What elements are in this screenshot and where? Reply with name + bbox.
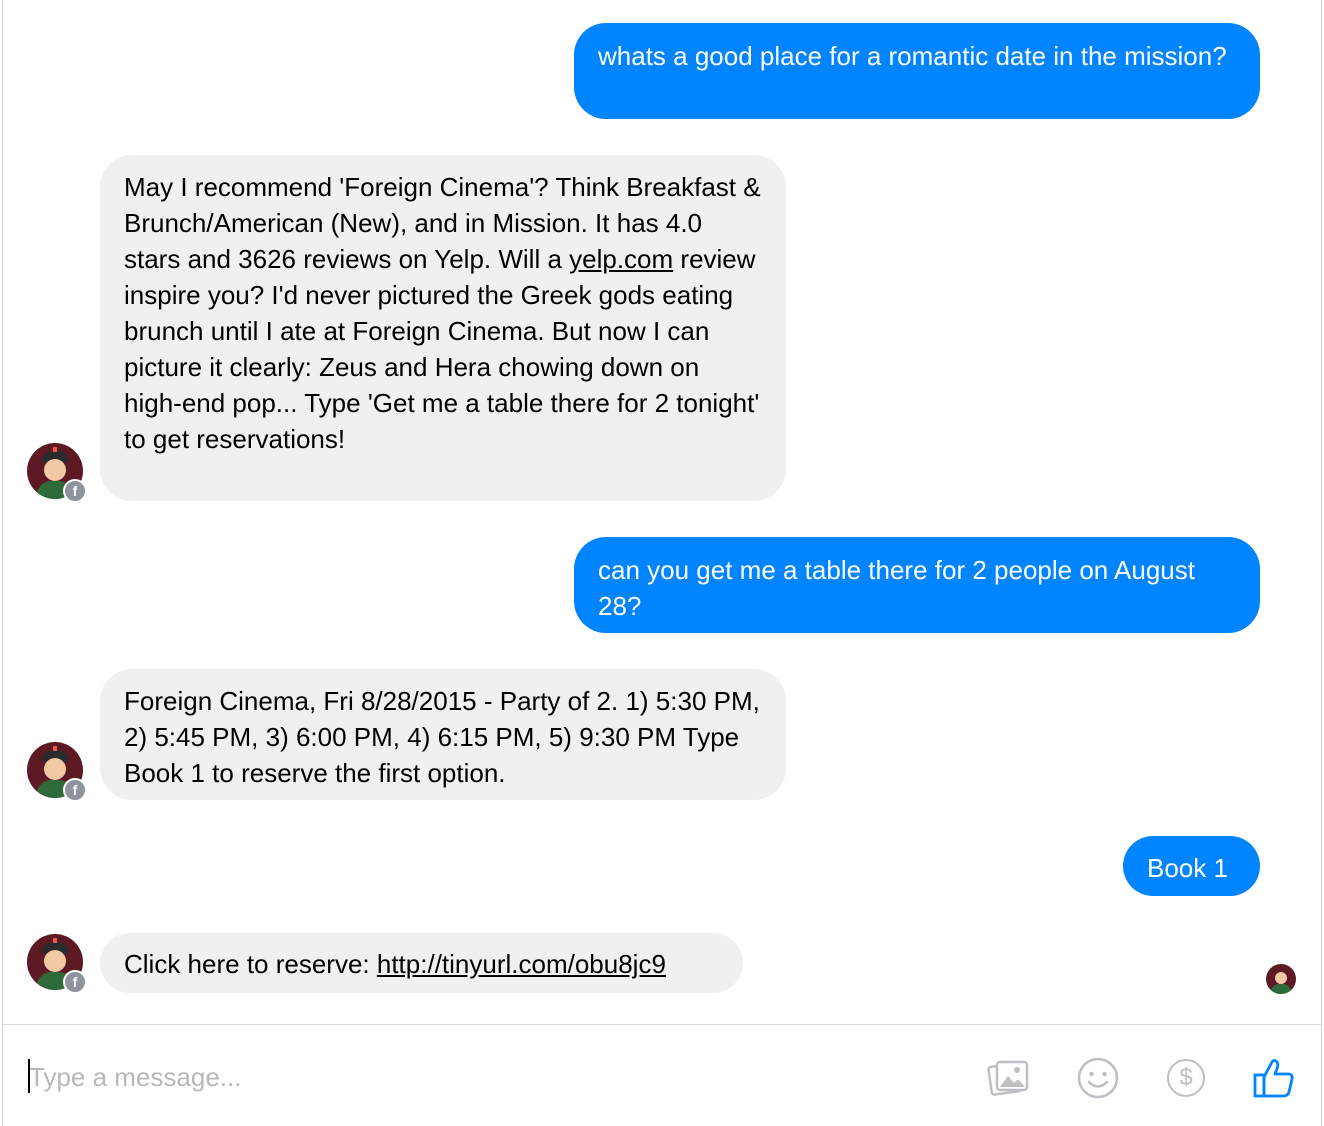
outgoing-message: can you get me a table there for 2 peopl…: [574, 537, 1260, 633]
outgoing-message: whats a good place for a romantic date i…: [574, 23, 1260, 119]
incoming-message: Foreign Cinema, Fri 8/28/2015 - Party of…: [100, 669, 786, 800]
message-text: Book 1: [1147, 853, 1228, 883]
message-text: review inspire you? I'd never pictured t…: [124, 244, 760, 454]
message-text: Click here to reserve:: [124, 949, 377, 979]
photo-button[interactable]: [986, 1055, 1032, 1101]
like-icon: [1253, 1059, 1294, 1098]
message-link[interactable]: yelp.com: [569, 244, 673, 274]
messenger-badge-icon: f: [63, 970, 87, 994]
photo-icon: [987, 1060, 1029, 1096]
message-input[interactable]: [27, 1059, 929, 1095]
messenger-badge-icon: f: [63, 479, 87, 503]
message-text: can you get me a table there for 2 peopl…: [598, 555, 1195, 621]
incoming-message: Click here to reserve: http://tinyurl.co…: [100, 933, 743, 993]
incoming-message: May I recommend 'Foreign Cinema'? Think …: [100, 155, 786, 501]
payment-button[interactable]: $: [1163, 1055, 1209, 1101]
read-receipt-avatar: [1266, 964, 1296, 994]
message-text: Foreign Cinema, Fri 8/28/2015 - Party of…: [124, 686, 760, 788]
like-button[interactable]: [1251, 1055, 1297, 1101]
payment-icon: $: [1167, 1059, 1205, 1097]
bot-avatar[interactable]: f: [27, 934, 87, 994]
reserve-link[interactable]: http://tinyurl.com/obu8jc9: [377, 949, 666, 979]
bot-avatar[interactable]: f: [27, 742, 87, 802]
outgoing-message: Book 1: [1123, 836, 1260, 896]
text-caret: [28, 1059, 30, 1093]
emoji-button[interactable]: [1075, 1055, 1121, 1101]
message-text: whats a good place for a romantic date i…: [598, 41, 1227, 71]
emoji-icon: [1077, 1057, 1119, 1099]
message-composer: $: [3, 1024, 1321, 1126]
messenger-badge-icon: f: [63, 778, 87, 802]
bot-avatar[interactable]: f: [27, 443, 87, 503]
